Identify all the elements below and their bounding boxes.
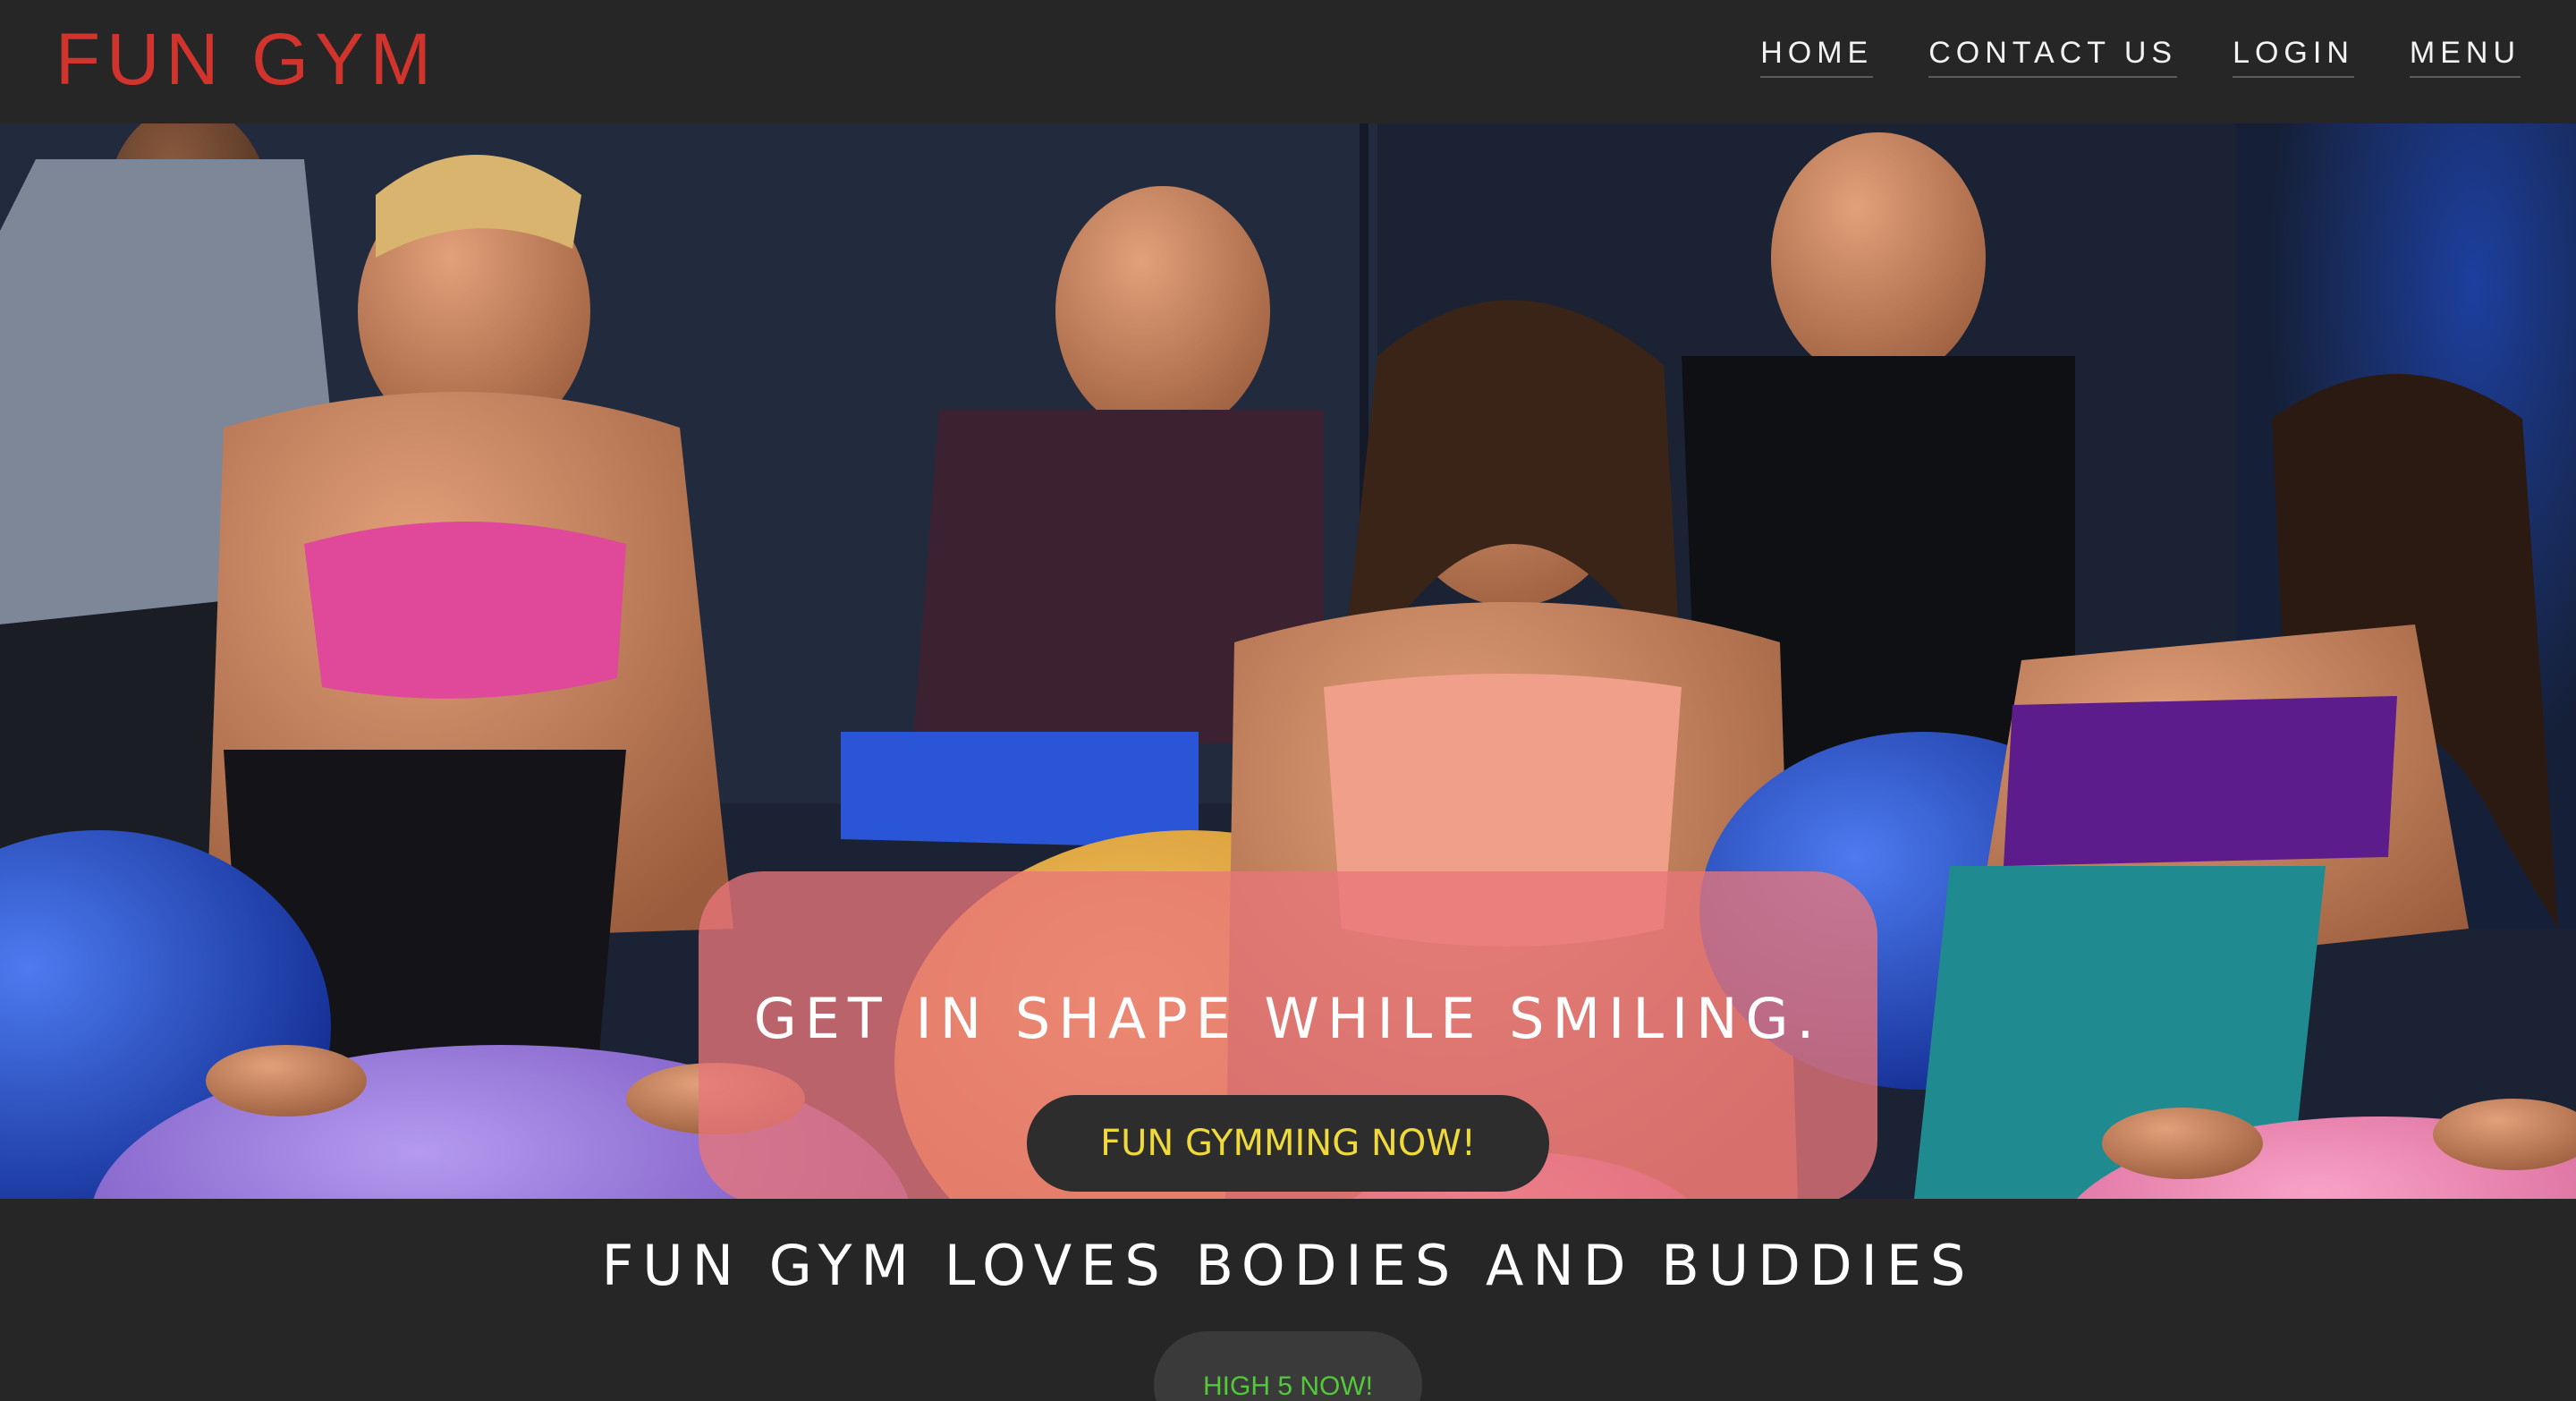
section-tagline: FUN GYM LOVES BODIES AND BUDDIES: [601, 1233, 1975, 1298]
fun-gymming-now-button[interactable]: FUN GYMMING NOW!: [1027, 1095, 1549, 1192]
top-navigation-bar: FUN GYM HOME CONTACT US LOGIN MENU: [0, 0, 2576, 123]
nav-home-link[interactable]: HOME: [1760, 36, 1874, 78]
high-5-now-button[interactable]: HIGH 5 NOW!: [1154, 1331, 1422, 1401]
nav-menu-link[interactable]: MENU: [2409, 36, 2521, 78]
hero-headline: GET IN SHAPE WHILE SMILING.: [753, 986, 1823, 1051]
nav-contact-link[interactable]: CONTACT US: [1928, 36, 2178, 78]
page: FUN GYM HOME CONTACT US LOGIN MENU GET I…: [0, 0, 2576, 1401]
brand-logo-link[interactable]: FUN GYM: [55, 20, 437, 100]
hero-banner: GET IN SHAPE WHILE SMILING. FUN GYMMING …: [699, 871, 1877, 1199]
nav-login-link[interactable]: LOGIN: [2233, 36, 2354, 78]
main-nav: HOME CONTACT US LOGIN MENU: [1760, 36, 2521, 78]
hero-section: GET IN SHAPE WHILE SMILING. FUN GYMMING …: [0, 123, 2576, 1199]
